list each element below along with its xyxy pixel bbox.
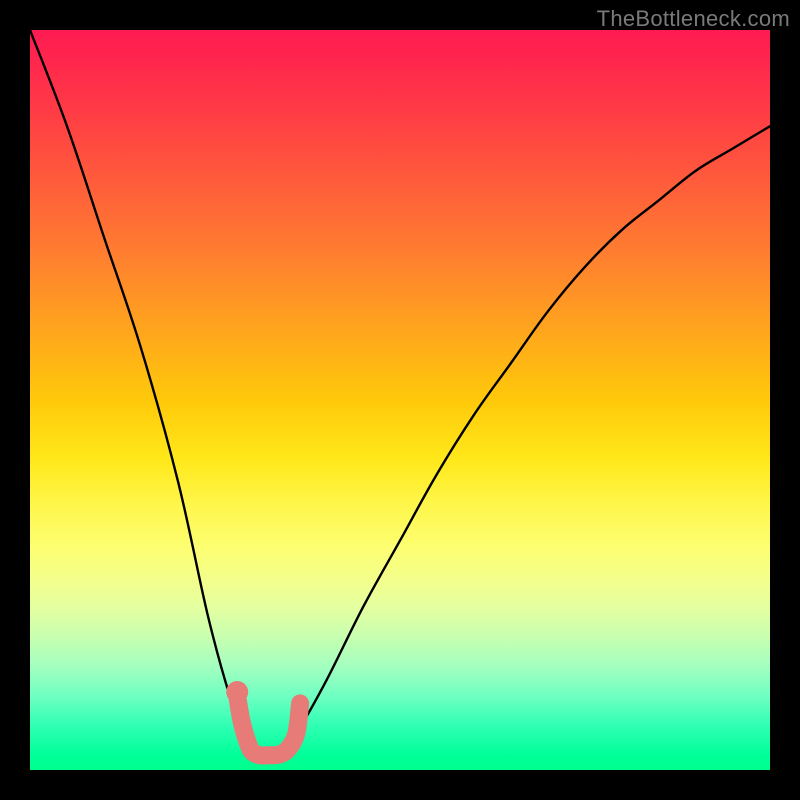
chart-stage: TheBottleneck.com bbox=[0, 0, 800, 800]
watermark-text: TheBottleneck.com bbox=[597, 6, 790, 32]
curve-layer bbox=[30, 30, 770, 770]
plot-area bbox=[30, 30, 770, 770]
bottleneck-curve bbox=[30, 30, 770, 756]
